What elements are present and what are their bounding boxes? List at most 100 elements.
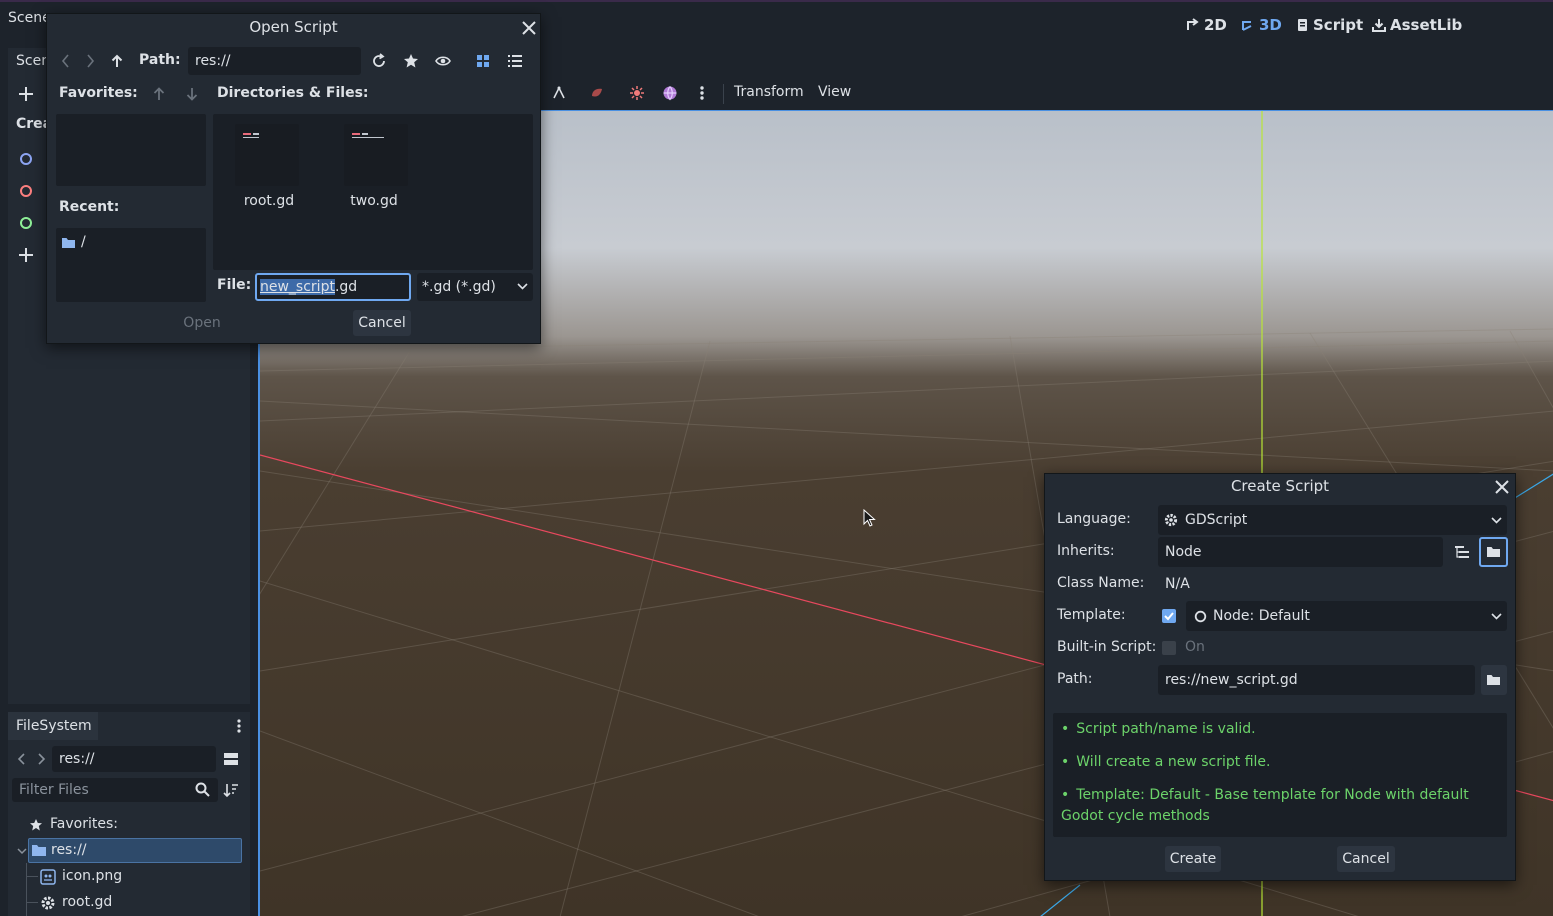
world-environment-icon[interactable] [662, 85, 678, 101]
inherits-browse-button[interactable] [1479, 537, 1508, 567]
dialog-title: Open Script [249, 18, 338, 36]
checkmark-icon [1164, 612, 1174, 621]
assetlib-icon [1372, 19, 1386, 32]
fs-file-row[interactable]: root.gd [40, 891, 240, 915]
class-name-input[interactable]: N/A [1158, 569, 1507, 599]
recent-label: Recent: [59, 199, 120, 215]
template-select[interactable]: Node: Default [1186, 601, 1507, 631]
parent-dir-icon[interactable] [110, 54, 124, 68]
fs-path-input[interactable]: res:// [52, 746, 216, 772]
favorites-list[interactable] [56, 114, 206, 186]
file-name[interactable]: root.gd [239, 193, 299, 209]
file-name-rest: .gd [334, 279, 358, 295]
star-icon[interactable] [403, 53, 419, 69]
open-button[interactable]: Open [173, 310, 231, 336]
more-options-icon[interactable] [699, 85, 705, 101]
view-menu[interactable]: View [818, 84, 851, 100]
list-view-icon[interactable] [507, 53, 523, 69]
move-down-icon[interactable] [185, 86, 199, 102]
inherits-label: Inherits: [1057, 543, 1115, 559]
folder-icon [32, 845, 46, 856]
path-input[interactable]: res:// [188, 47, 361, 75]
dirs-files-label: Directories & Files: [217, 85, 369, 101]
create-root-label: Create Root Node: [16, 116, 48, 132]
add-node-icon[interactable] [18, 86, 34, 102]
filter-files-input[interactable]: Filter Files [12, 778, 218, 802]
node-ui-circle-icon[interactable] [19, 216, 33, 230]
folder-icon [62, 238, 75, 248]
workspace-script-button[interactable]: Script [1296, 16, 1363, 34]
filesystem-tab[interactable]: FileSystem [8, 712, 98, 740]
fs-root-row[interactable]: res:// [28, 838, 242, 863]
class-name-label: Class Name: [1057, 575, 1145, 591]
close-icon[interactable] [1494, 479, 1510, 495]
back-icon[interactable] [17, 753, 27, 765]
language-select[interactable]: GDScript [1158, 505, 1507, 535]
star-icon [30, 819, 42, 831]
tree-guide [26, 902, 38, 903]
workspace-assetlib-button[interactable]: AssetLib [1372, 16, 1462, 34]
move-up-icon[interactable] [152, 86, 166, 102]
filter-select[interactable]: *.gd (*.gd) [417, 273, 533, 301]
toolbar-divider [723, 84, 724, 104]
path-browse-button[interactable] [1481, 665, 1507, 695]
sun-icon[interactable] [629, 85, 645, 101]
validation-message: • Template: Default - Base template for N… [1061, 787, 1469, 824]
gear-icon [41, 896, 55, 910]
template-label: Template: [1057, 607, 1126, 623]
other-node-icon[interactable] [18, 247, 34, 263]
node-3d-circle-icon[interactable] [19, 184, 33, 198]
close-icon[interactable] [521, 20, 537, 36]
transform-menu[interactable]: Transform [734, 84, 804, 100]
template-checkbox[interactable] [1162, 609, 1176, 623]
node-2d-circle-icon[interactable] [19, 152, 33, 166]
environment-icon[interactable] [589, 85, 605, 101]
fs-file-label: icon.png [62, 868, 123, 884]
split-view-icon[interactable] [223, 751, 239, 767]
cancel-button[interactable]: Cancel [1337, 846, 1395, 872]
path-label: Path: [1057, 671, 1093, 687]
folder-icon [1487, 675, 1500, 685]
file-label: File: [217, 277, 252, 293]
workspace-2d-label: 2D [1204, 16, 1227, 34]
inherits-input[interactable]: Node [1158, 537, 1443, 567]
chevron-down-icon [517, 283, 528, 290]
create-script-dialog: Create Script Language: GDScript Inherit… [1044, 473, 1516, 881]
snap-icon[interactable] [551, 85, 567, 101]
fs-file-row[interactable]: icon.png [40, 865, 240, 889]
show-hidden-icon[interactable] [435, 53, 451, 69]
back-icon[interactable] [61, 54, 71, 68]
filesystem-dock: FileSystem res:// Filter Files Favorites… [8, 712, 250, 916]
files-area[interactable]: root.gd two.gd [213, 114, 533, 270]
collapse-arrow-icon[interactable] [17, 846, 27, 856]
file-name-input[interactable]: new_script .gd [255, 273, 411, 301]
fs-file-label: root.gd [62, 894, 113, 910]
file-thumbnail[interactable] [235, 124, 299, 186]
kebab-menu-icon[interactable] [236, 718, 242, 734]
folder-icon [1487, 547, 1500, 557]
file-name[interactable]: two.gd [344, 193, 404, 209]
tree-icon[interactable] [1454, 544, 1470, 560]
workspace-2d-button[interactable]: 2D [1186, 16, 1227, 34]
validation-message: • Script path/name is valid. [1061, 721, 1256, 737]
sort-icon[interactable] [223, 782, 239, 798]
chevron-down-icon [1491, 613, 1502, 620]
tree-guide [26, 876, 38, 877]
recent-item[interactable]: / [81, 234, 86, 250]
create-button[interactable]: Create [1165, 846, 1221, 872]
open-script-dialog: Open Script Path: res:// Favorites: Rece… [46, 13, 541, 344]
scene-menu-tab[interactable]: Scene [8, 10, 48, 38]
dialog-title: Create Script [1230, 477, 1330, 495]
forward-icon[interactable] [85, 54, 95, 68]
favorites-label: Favorites: [59, 85, 138, 101]
workspace-3d-button[interactable]: 3D [1241, 16, 1282, 34]
forward-icon[interactable] [36, 753, 46, 765]
file-thumbnail[interactable] [344, 124, 408, 186]
recent-list[interactable]: / [56, 228, 206, 302]
refresh-icon[interactable] [371, 53, 387, 69]
cancel-button[interactable]: Cancel [353, 310, 411, 336]
script-path-input[interactable]: res://new_script.gd [1158, 665, 1475, 695]
gear-icon [1164, 513, 1178, 527]
grid-view-icon[interactable] [475, 53, 491, 69]
builtin-checkbox[interactable] [1162, 641, 1176, 655]
